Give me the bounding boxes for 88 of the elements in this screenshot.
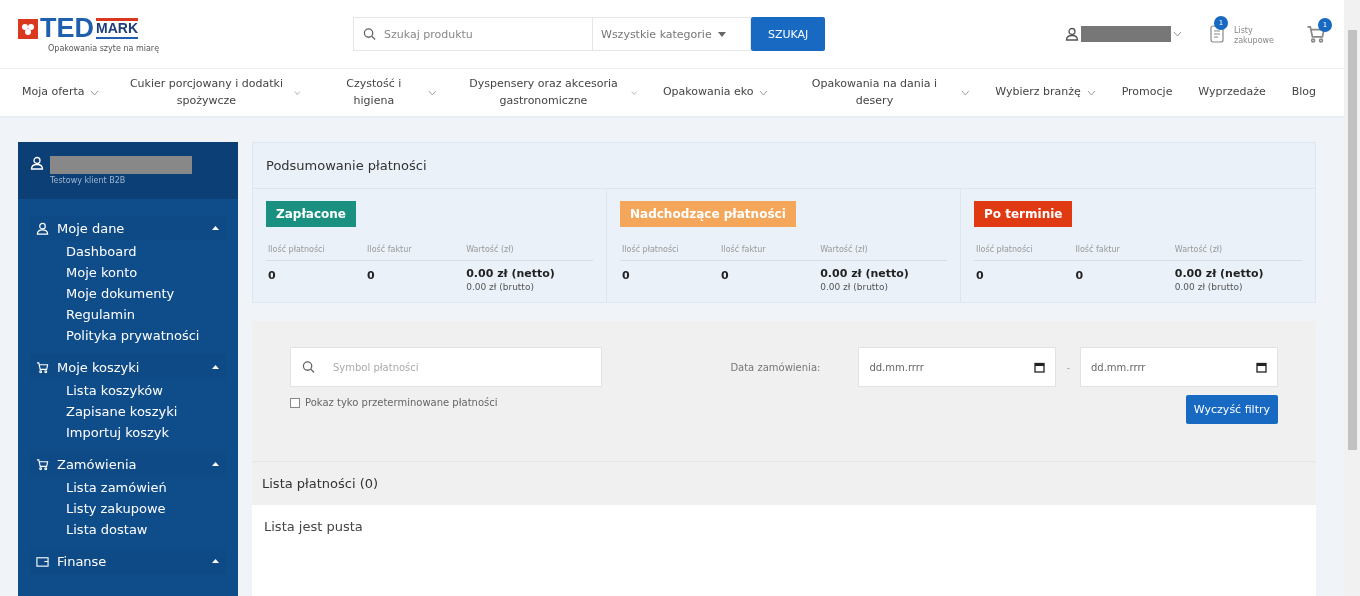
sidebar-item[interactable]: Listy zakupowe xyxy=(30,498,226,519)
caret-up-icon xyxy=(211,558,220,564)
user-icon xyxy=(1065,27,1079,41)
nav-item[interactable]: Opakowania na dania i desery xyxy=(794,76,970,109)
column-header: Wartość (zł) xyxy=(1172,241,1302,261)
net-value: 0.00 zł (netto) xyxy=(466,267,556,280)
empty-list-text: Lista jest pusta xyxy=(252,505,1316,596)
sidebar-item[interactable]: Dashboard xyxy=(30,241,226,262)
table-cell-text: 0 xyxy=(720,268,730,284)
sidebar-section-header[interactable]: Zamówienia xyxy=(30,451,226,477)
sidebar-item[interactable]: Polityka prywatności xyxy=(30,325,226,346)
sidebar-section-header[interactable]: Moje koszyki xyxy=(30,354,226,380)
date-label: Data zamówienia: xyxy=(730,361,821,373)
sidebar-item[interactable]: Lista koszyków xyxy=(30,380,226,401)
caret-down-icon xyxy=(717,31,726,37)
status-label: Zapłacone xyxy=(266,201,356,227)
date-field[interactable]: dd.mm.rrrr xyxy=(858,347,1057,387)
gross-value: 0.00 zł (brutto) xyxy=(1174,282,1244,292)
wallet-icon xyxy=(36,554,49,568)
nav-item[interactable]: Wybierz branżę xyxy=(995,84,1096,101)
cart-icon xyxy=(1306,24,1326,44)
nav-item[interactable]: Opakowania eko xyxy=(662,84,769,101)
sidebar-item[interactable]: Moje konto xyxy=(30,262,226,283)
caret-up-icon xyxy=(211,461,220,467)
chevron-down-icon xyxy=(1173,31,1182,37)
range-separator: - xyxy=(1066,361,1070,373)
sidebar-item[interactable]: Lista dostaw xyxy=(30,519,226,540)
shopping-lists-link[interactable]: Listy zakupowe xyxy=(1234,21,1282,47)
table-cell-text: 0 xyxy=(1074,268,1085,284)
list-title: Lista płatności (0) xyxy=(252,461,1316,505)
column-header: Ilość płatności xyxy=(266,241,366,261)
column-header: Ilość płatności xyxy=(974,241,1074,261)
nav-item[interactable]: Moja oferta xyxy=(22,84,100,101)
caret-up-icon xyxy=(211,364,220,370)
column-header: Ilość faktur xyxy=(719,241,819,261)
gross-value: 0.00 zł (brutto) xyxy=(466,282,535,292)
nav-item[interactable]: Blog xyxy=(1291,84,1316,101)
column-header: Ilość faktur xyxy=(365,241,465,261)
nav-item[interactable]: Wyprzedaże xyxy=(1198,84,1266,101)
column-header: Wartość (zł) xyxy=(818,241,947,261)
table-cell-text: 0 xyxy=(267,268,277,284)
caret-up-icon xyxy=(211,225,220,231)
date-field[interactable]: dd.mm.rrrr xyxy=(1080,347,1278,387)
nav-item[interactable]: Czystość i higiena xyxy=(326,76,437,109)
checkbox[interactable] xyxy=(290,397,300,408)
cart-icon xyxy=(36,457,49,471)
column-header: Wartość (zł) xyxy=(464,241,593,261)
search-field[interactable]: Symbol płatności xyxy=(290,347,602,387)
user-icon xyxy=(30,156,44,170)
column-header: Ilość faktur xyxy=(1073,241,1173,261)
nav-item[interactable]: Promocje xyxy=(1121,84,1173,101)
category-select[interactable]: Wszystkie kategorie xyxy=(593,17,751,51)
gross-value: 0.00 zł (brutto) xyxy=(820,282,889,292)
sidebar-item[interactable]: Regulamin xyxy=(30,304,226,325)
search-icon xyxy=(302,360,315,374)
sidebar-item[interactable]: Importuj koszyk xyxy=(30,422,226,443)
search-button[interactable]: SZUKAJ xyxy=(751,17,826,51)
checkbox-label: Pokaz tyko przeterminowane płatności xyxy=(305,397,498,408)
sidebar-section-header[interactable]: Moje dane xyxy=(30,215,226,241)
logo-text: TED xyxy=(40,15,94,42)
sidebar-item[interactable]: Moje dokumenty xyxy=(30,283,226,304)
table-cell-text: 0 xyxy=(975,268,985,284)
logo-icon xyxy=(18,18,38,39)
search-field[interactable]: Szukaj produktu xyxy=(353,17,593,51)
logo-text: MARK xyxy=(96,18,138,39)
sidebar-section-header[interactable]: Finanse xyxy=(30,548,226,574)
cart-icon xyxy=(36,360,49,374)
logo-tagline: Opakowania szyte na miarę xyxy=(48,44,161,53)
user-icon xyxy=(36,221,49,235)
document-icon[interactable] xyxy=(1210,25,1224,43)
column-header: Ilość płatności xyxy=(620,241,720,261)
user-caption: Testowy klient B2B xyxy=(50,176,127,185)
table-cell-text: 0 xyxy=(621,268,631,284)
card-title: Podsumowanie płatności xyxy=(253,143,1315,189)
calendar-icon[interactable] xyxy=(1034,361,1046,373)
net-value: 0.00 zł (netto) xyxy=(1174,267,1265,280)
nav-item[interactable]: Dyspensery oraz akcesoria gastronomiczne xyxy=(462,76,638,109)
status-label: Nadchodzące płatności xyxy=(620,201,796,227)
status-label: Po terminie xyxy=(974,201,1073,227)
clear-filters-button[interactable]: Wyczyść filtry xyxy=(1185,395,1278,424)
net-value: 0.00 zł (netto) xyxy=(820,267,910,280)
sidebar-item[interactable]: Lista zamówień xyxy=(30,477,226,498)
sidebar-item[interactable]: Zapisane koszyki xyxy=(30,401,226,422)
nav-item[interactable]: Cukier porcjowany i dodatki spożywcze xyxy=(125,76,301,109)
calendar-icon[interactable] xyxy=(1256,361,1267,373)
scrollbar[interactable] xyxy=(1344,0,1360,596)
table-cell-text: 0 xyxy=(366,268,376,284)
search-icon xyxy=(363,27,376,41)
